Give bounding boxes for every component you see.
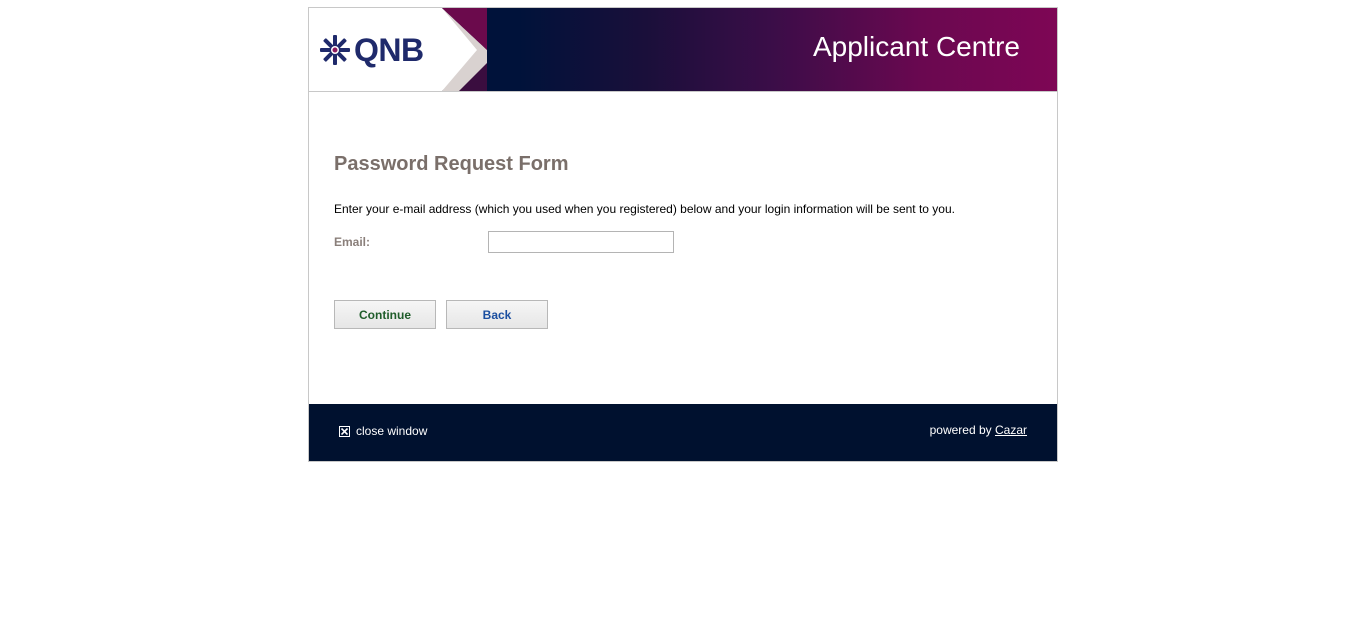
close-window-label: close window [356, 424, 428, 438]
header-banner: QNB Applicant Centre [309, 8, 1057, 92]
email-field[interactable] [488, 231, 674, 253]
close-icon [339, 425, 350, 437]
back-button[interactable]: Back [446, 300, 548, 329]
form-title: Password Request Form [334, 153, 569, 175]
powered-by: powered by Cazar [930, 423, 1027, 437]
email-label: Email: [334, 235, 371, 249]
powered-by-text: powered by [929, 423, 992, 437]
form-instructions: Enter your e-mail address (which you use… [334, 202, 955, 216]
main-window: QNB Applicant Centre Password Request Fo… [308, 7, 1058, 462]
close-window-link[interactable]: close window [339, 424, 427, 438]
page-title: Applicant Centre [812, 31, 1020, 62]
qnb-logo-icon [320, 35, 350, 65]
logo-text: QNB [354, 32, 424, 68]
cazar-link[interactable]: Cazar [995, 423, 1027, 437]
continue-button[interactable]: Continue [334, 300, 436, 329]
footer: close window powered by Cazar [309, 404, 1057, 461]
